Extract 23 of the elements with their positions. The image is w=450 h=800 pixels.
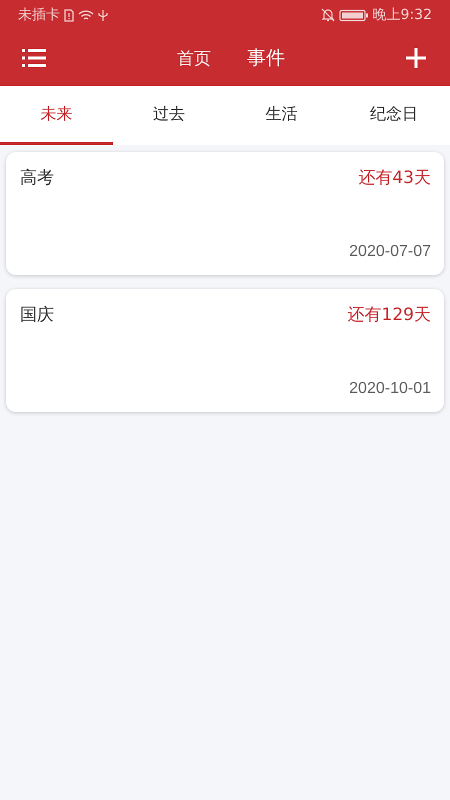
bell-off-icon <box>320 8 335 22</box>
battery-icon <box>338 8 369 22</box>
event-card[interactable]: 高考 还有43天 2020-07-07 <box>6 152 444 275</box>
event-title: 国庆 <box>20 304 54 326</box>
category-tab[interactable]: 生活 <box>225 86 338 145</box>
event-card[interactable]: 国庆 还有129天 2020-10-01 <box>6 289 444 412</box>
toolbar-tab[interactable]: 事件 <box>247 45 285 71</box>
category-tab[interactable]: 纪念日 <box>338 86 450 145</box>
add-icon[interactable] <box>406 48 426 68</box>
event-date: 2020-07-07 <box>349 243 431 261</box>
category-tab[interactable]: 未来 <box>0 86 112 145</box>
usb-icon <box>98 8 108 22</box>
wifi-icon <box>78 8 94 22</box>
sim-card-icon <box>64 8 74 22</box>
menu-icon[interactable] <box>22 48 46 68</box>
event-date: 2020-10-01 <box>349 380 431 398</box>
category-tab[interactable]: 过去 <box>112 86 225 145</box>
clock-text: 晚上9:32 <box>372 6 432 24</box>
countdown-text: 还有43天 <box>358 167 431 189</box>
carrier-text: 未插卡 <box>18 6 60 24</box>
countdown-text: 还有129天 <box>348 304 431 326</box>
toolbar-tab[interactable]: 首页 <box>177 46 211 70</box>
event-title: 高考 <box>20 167 54 189</box>
